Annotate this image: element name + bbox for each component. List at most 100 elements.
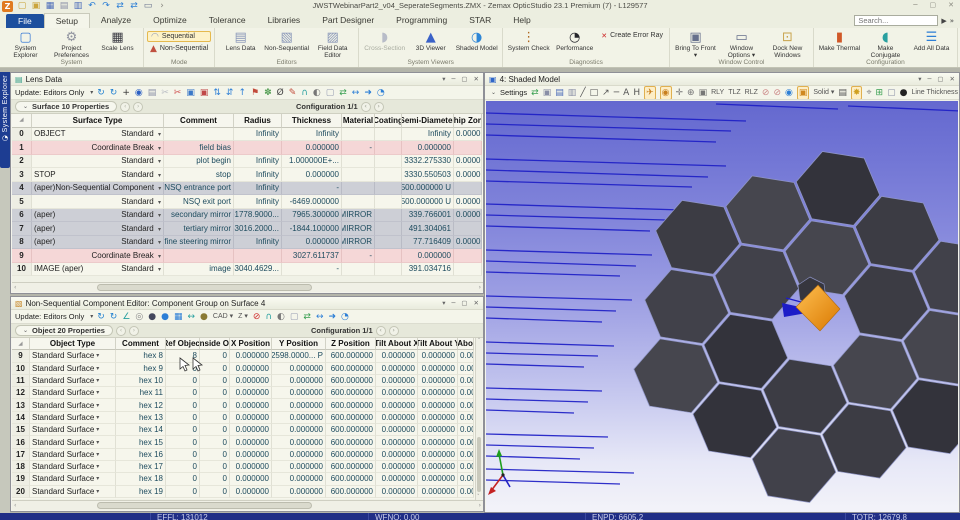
cell-thickness[interactable]: -: [282, 263, 342, 277]
no-export-icon[interactable]: ⊘: [253, 311, 261, 323]
copy-window-icon[interactable]: ▣: [543, 87, 552, 99]
camera-orbit-icon[interactable]: ◉: [660, 86, 672, 100]
jump-next-icon[interactable]: ➜: [328, 311, 336, 323]
fold-mirror-icon[interactable]: ✽: [264, 87, 272, 99]
cad-import-icon[interactable]: CAD ▾: [213, 311, 233, 323]
cell-tilt-about-x[interactable]: 0.000000: [376, 387, 418, 399]
cell-y-position[interactable]: 0.000000: [272, 436, 326, 448]
menu-tab-star[interactable]: STAR: [458, 13, 502, 28]
cell-inside-of[interactable]: 0: [200, 412, 230, 424]
help-icon[interactable]: ◔: [377, 87, 385, 99]
update-mode-dropdown[interactable]: Update: Editors Only: [15, 312, 84, 321]
cell-coating[interactable]: [375, 141, 402, 155]
row-number[interactable]: 19: [12, 473, 30, 485]
nsc-header-Y Position[interactable]: Y Position: [272, 338, 326, 350]
annotate-line-icon[interactable]: ╱: [580, 87, 585, 99]
dock-new-windows-button[interactable]: ⊡Dock New Windows: [765, 29, 810, 59]
cell-z-position[interactable]: 600.000000: [326, 461, 376, 473]
cell-thickness[interactable]: -1844.100000: [282, 222, 342, 236]
cell-ref-object[interactable]: 0: [166, 387, 200, 399]
cell-semi-diameter[interactable]: 0.000000: [402, 141, 454, 155]
cell-x-position[interactable]: 0.000000: [230, 424, 272, 436]
tilt-lock-z-icon[interactable]: TLZ: [728, 87, 740, 99]
nsc-header-corner[interactable]: ◢: [12, 338, 30, 350]
mode-non-sequential-button[interactable]: ▲Non-Sequential: [147, 43, 211, 54]
nsc-header-Object Type[interactable]: Object Type: [30, 338, 116, 350]
cell-inside-of[interactable]: 0: [200, 473, 230, 485]
cell-material[interactable]: -: [342, 249, 375, 263]
cell-object-type[interactable]: Standard Surface ▾: [30, 350, 116, 362]
cell-y-position[interactable]: -2598.0000... P: [272, 350, 326, 362]
array-objects-icon[interactable]: ▦: [174, 311, 183, 323]
cell-surface-type[interactable]: Coordinate Break ▾: [32, 249, 164, 263]
restore-icon[interactable]: ▢: [461, 299, 467, 307]
swap-columns-icon[interactable]: ↔: [352, 87, 360, 99]
sync-editors-icon[interactable]: ⇄: [339, 87, 347, 99]
next-config-button[interactable]: ›: [389, 326, 399, 336]
3d-viewer-button[interactable]: ▲3D Viewer: [408, 29, 453, 52]
camera-fly-icon[interactable]: ✈: [644, 86, 656, 100]
prev-config-button[interactable]: ‹: [361, 102, 371, 112]
cell-ref-object[interactable]: 0: [166, 363, 200, 375]
cell-ref-object[interactable]: 0: [166, 424, 200, 436]
update-all-icon[interactable]: ↻: [97, 311, 105, 323]
cell-radius[interactable]: [234, 249, 282, 263]
cross-section-button[interactable]: ◗Cross-Section: [362, 29, 407, 52]
prev-config-button[interactable]: ‹: [376, 326, 386, 336]
cell-material[interactable]: [342, 168, 375, 182]
surface-type-dropdown[interactable]: Standard ▾: [121, 156, 161, 165]
cell-radius[interactable]: Infinity: [234, 168, 282, 182]
minimize-icon[interactable]: ─: [451, 299, 455, 307]
cell-inside-of[interactable]: 0: [200, 363, 230, 375]
cell-material[interactable]: [342, 263, 375, 277]
cell-tilt-about-x[interactable]: 0.000000: [376, 461, 418, 473]
lens-data-titlebar[interactable]: ▤ Lens Data ▾ ─ ▢ ✕: [11, 73, 483, 86]
light-source-icon[interactable]: ⌖: [866, 87, 871, 99]
cell-tilt-about-z[interactable]: 0.000000: [458, 375, 474, 387]
cell-y-position[interactable]: 0.000000: [272, 399, 326, 411]
lens-header-Thickness[interactable]: Thickness: [282, 114, 342, 128]
cell-tilt-about-y[interactable]: 0.000000: [418, 412, 458, 424]
system-explorer-tab[interactable]: System Explorer ◔: [0, 72, 10, 168]
cell-thickness[interactable]: Infinity: [282, 128, 342, 142]
bend-ray-icon[interactable]: ∩: [265, 311, 272, 323]
row-number[interactable]: 11: [12, 375, 30, 387]
sphere-tool-icon[interactable]: ●: [148, 311, 156, 323]
cell-y-position[interactable]: 0.000000: [272, 412, 326, 424]
cell-chip-zone[interactable]: 0.0000: [454, 195, 482, 209]
cell-x-position[interactable]: 0.000000: [230, 461, 272, 473]
cell-radius[interactable]: Infinity: [234, 128, 282, 142]
cell-comment[interactable]: hex 16: [116, 449, 166, 461]
cell-x-position[interactable]: 0.000000: [230, 449, 272, 461]
rotate-ccw-disabled-icon[interactable]: ⊘: [762, 87, 770, 99]
cell-z-position[interactable]: 600.000000: [326, 436, 376, 448]
cell-z-position[interactable]: 600.000000: [326, 399, 376, 411]
make-thermal-button[interactable]: ▮Make Thermal: [817, 29, 862, 52]
cell-y-position[interactable]: 0.000000: [272, 461, 326, 473]
window-menu-icon[interactable]: ▾: [918, 75, 921, 83]
annotate-text-icon[interactable]: A: [623, 87, 629, 99]
annotate-arrow-icon[interactable]: ↗: [602, 87, 610, 99]
row-number[interactable]: 8: [12, 236, 32, 250]
nsc-hscroll-thumb[interactable]: [97, 502, 312, 509]
prev-object-button[interactable]: ‹: [116, 326, 126, 336]
lens-header-Chip Zone[interactable]: Chip Zone: [454, 114, 482, 128]
cell-ref-object[interactable]: 8: [166, 350, 200, 362]
paste-cells-icon[interactable]: ▣: [200, 87, 209, 99]
create-error-ray-button[interactable]: ✕Create Error Ray: [598, 30, 666, 41]
cell-semi-diameter[interactable]: 3500.000000 U: [402, 195, 454, 209]
cell-radius[interactable]: Infinity: [234, 195, 282, 209]
zemax-part-icon[interactable]: Z ▾: [238, 311, 248, 323]
next-object-button[interactable]: ›: [129, 326, 139, 336]
auto-update-icon[interactable]: ↻: [110, 87, 118, 99]
cell-tilt-about-x[interactable]: 0.000000: [376, 473, 418, 485]
cell-object-type[interactable]: Standard Surface ▾: [30, 399, 116, 411]
cell-ref-object[interactable]: 0: [166, 461, 200, 473]
cell-thickness[interactable]: 0.000000: [282, 141, 342, 155]
swap-columns-icon[interactable]: ↔: [316, 311, 324, 323]
cell-tilt-about-z[interactable]: 0.000000: [458, 350, 474, 362]
prev-surface-button[interactable]: ‹: [120, 102, 130, 112]
cell-tilt-about-z[interactable]: 0.000000: [458, 387, 474, 399]
bend-ray-icon[interactable]: ∩: [301, 87, 308, 99]
row-number[interactable]: 6: [12, 209, 32, 223]
